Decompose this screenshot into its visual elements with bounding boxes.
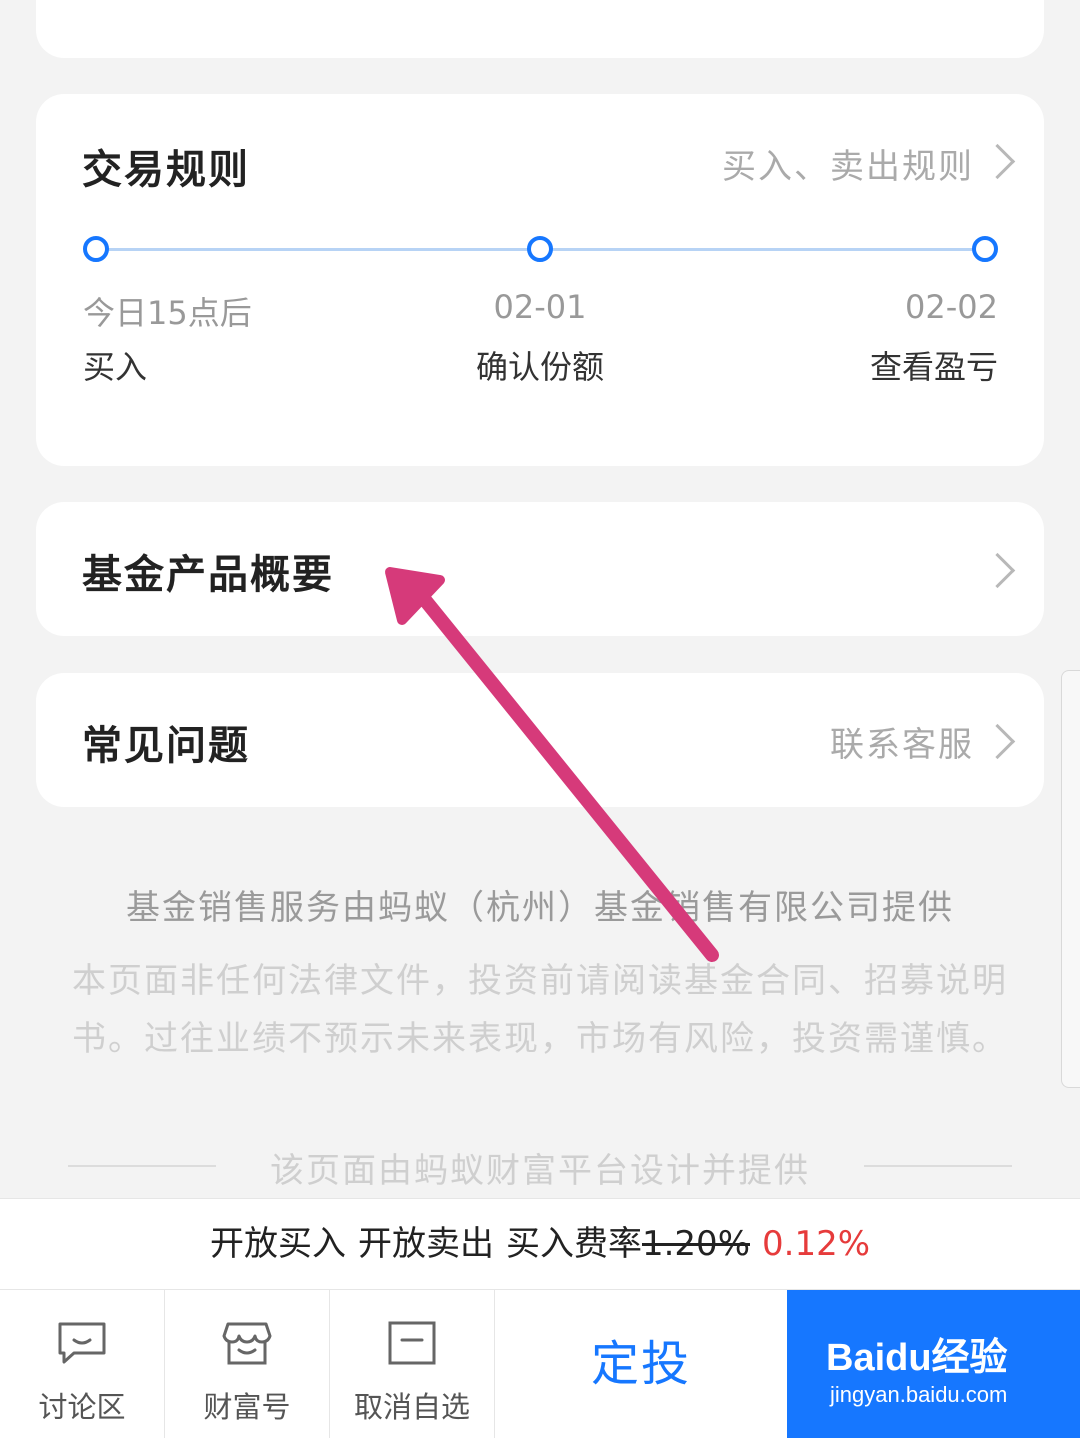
platform-footer: 该页面由蚂蚁财富平台设计并提供 <box>270 1151 810 1191</box>
legal-notice: 本页面非任何法律文件，投资前请阅读基金合同、招募说明书。过往业绩不预示未来表现，… <box>72 961 1008 1059</box>
timeline-dot <box>527 236 553 262</box>
scrollbar[interactable] <box>1061 670 1080 1088</box>
step-date: 02-02 <box>905 288 998 326</box>
chevron-right-icon[interactable] <box>979 143 1016 180</box>
faq-row[interactable]: 常见问题 联系客服 <box>36 673 1044 807</box>
fund-summary-row[interactable]: 基金产品概要 <box>36 502 1044 636</box>
new-fee-rate: 0.12% <box>762 1224 871 1264</box>
step-date: 02-01 <box>493 288 587 326</box>
nav-label: 取消自选 <box>353 1390 470 1424</box>
chevron-right-icon <box>979 552 1016 589</box>
old-fee-rate: 1.20% <box>641 1224 750 1264</box>
baidu-jingyan-watermark: Baidu经验 jingyan.baidu.com <box>826 1326 1026 1416</box>
step-label: 查看盈亏 <box>869 348 998 386</box>
nav-label: 财富号 <box>203 1390 291 1424</box>
buy-sell-rules-link[interactable]: 买入、卖出规则 <box>722 139 974 188</box>
contact-support-link[interactable]: 联系客服 <box>830 717 974 766</box>
fee-bar: 开放买入 开放卖出 买入费率1.20% 0.12% <box>0 1198 1080 1290</box>
top-card <box>36 0 1044 58</box>
nav-remove-watchlist[interactable]: 取消自选 <box>330 1290 495 1438</box>
fund-summary-title: 基金产品概要 <box>82 552 334 598</box>
store-icon <box>222 1322 272 1365</box>
watermark-url: jingyan.baidu.com <box>830 1382 1008 1407</box>
timeline-dot <box>972 236 998 262</box>
chevron-right-icon[interactable] <box>979 723 1016 760</box>
trade-rules-card: 交易规则 买入、卖出规则 今日15点后 买入 02-01 确认份额 02-02 … <box>36 94 1044 466</box>
open-sell-status: 开放卖出 <box>357 1224 494 1264</box>
auto-invest-button[interactable]: 定投 <box>495 1290 787 1438</box>
remove-watchlist-icon <box>388 1321 436 1365</box>
open-buy-status: 开放买入 <box>209 1224 346 1264</box>
watermark-title: Baidu经验 <box>826 1337 1008 1379</box>
timeline-dot <box>83 236 109 262</box>
trade-rules-title: 交易规则 <box>82 147 250 193</box>
fee-label: 买入费率 <box>505 1224 642 1264</box>
provider-disclaimer: 基金销售服务由蚂蚁（杭州）基金销售有限公司提供 <box>126 888 954 928</box>
nav-label: 讨论区 <box>38 1390 126 1424</box>
faq-title: 常见问题 <box>82 723 250 769</box>
chat-icon <box>58 1322 106 1364</box>
nav-wealth-account[interactable]: 财富号 <box>165 1290 330 1438</box>
nav-discussion[interactable]: 讨论区 <box>0 1290 165 1438</box>
